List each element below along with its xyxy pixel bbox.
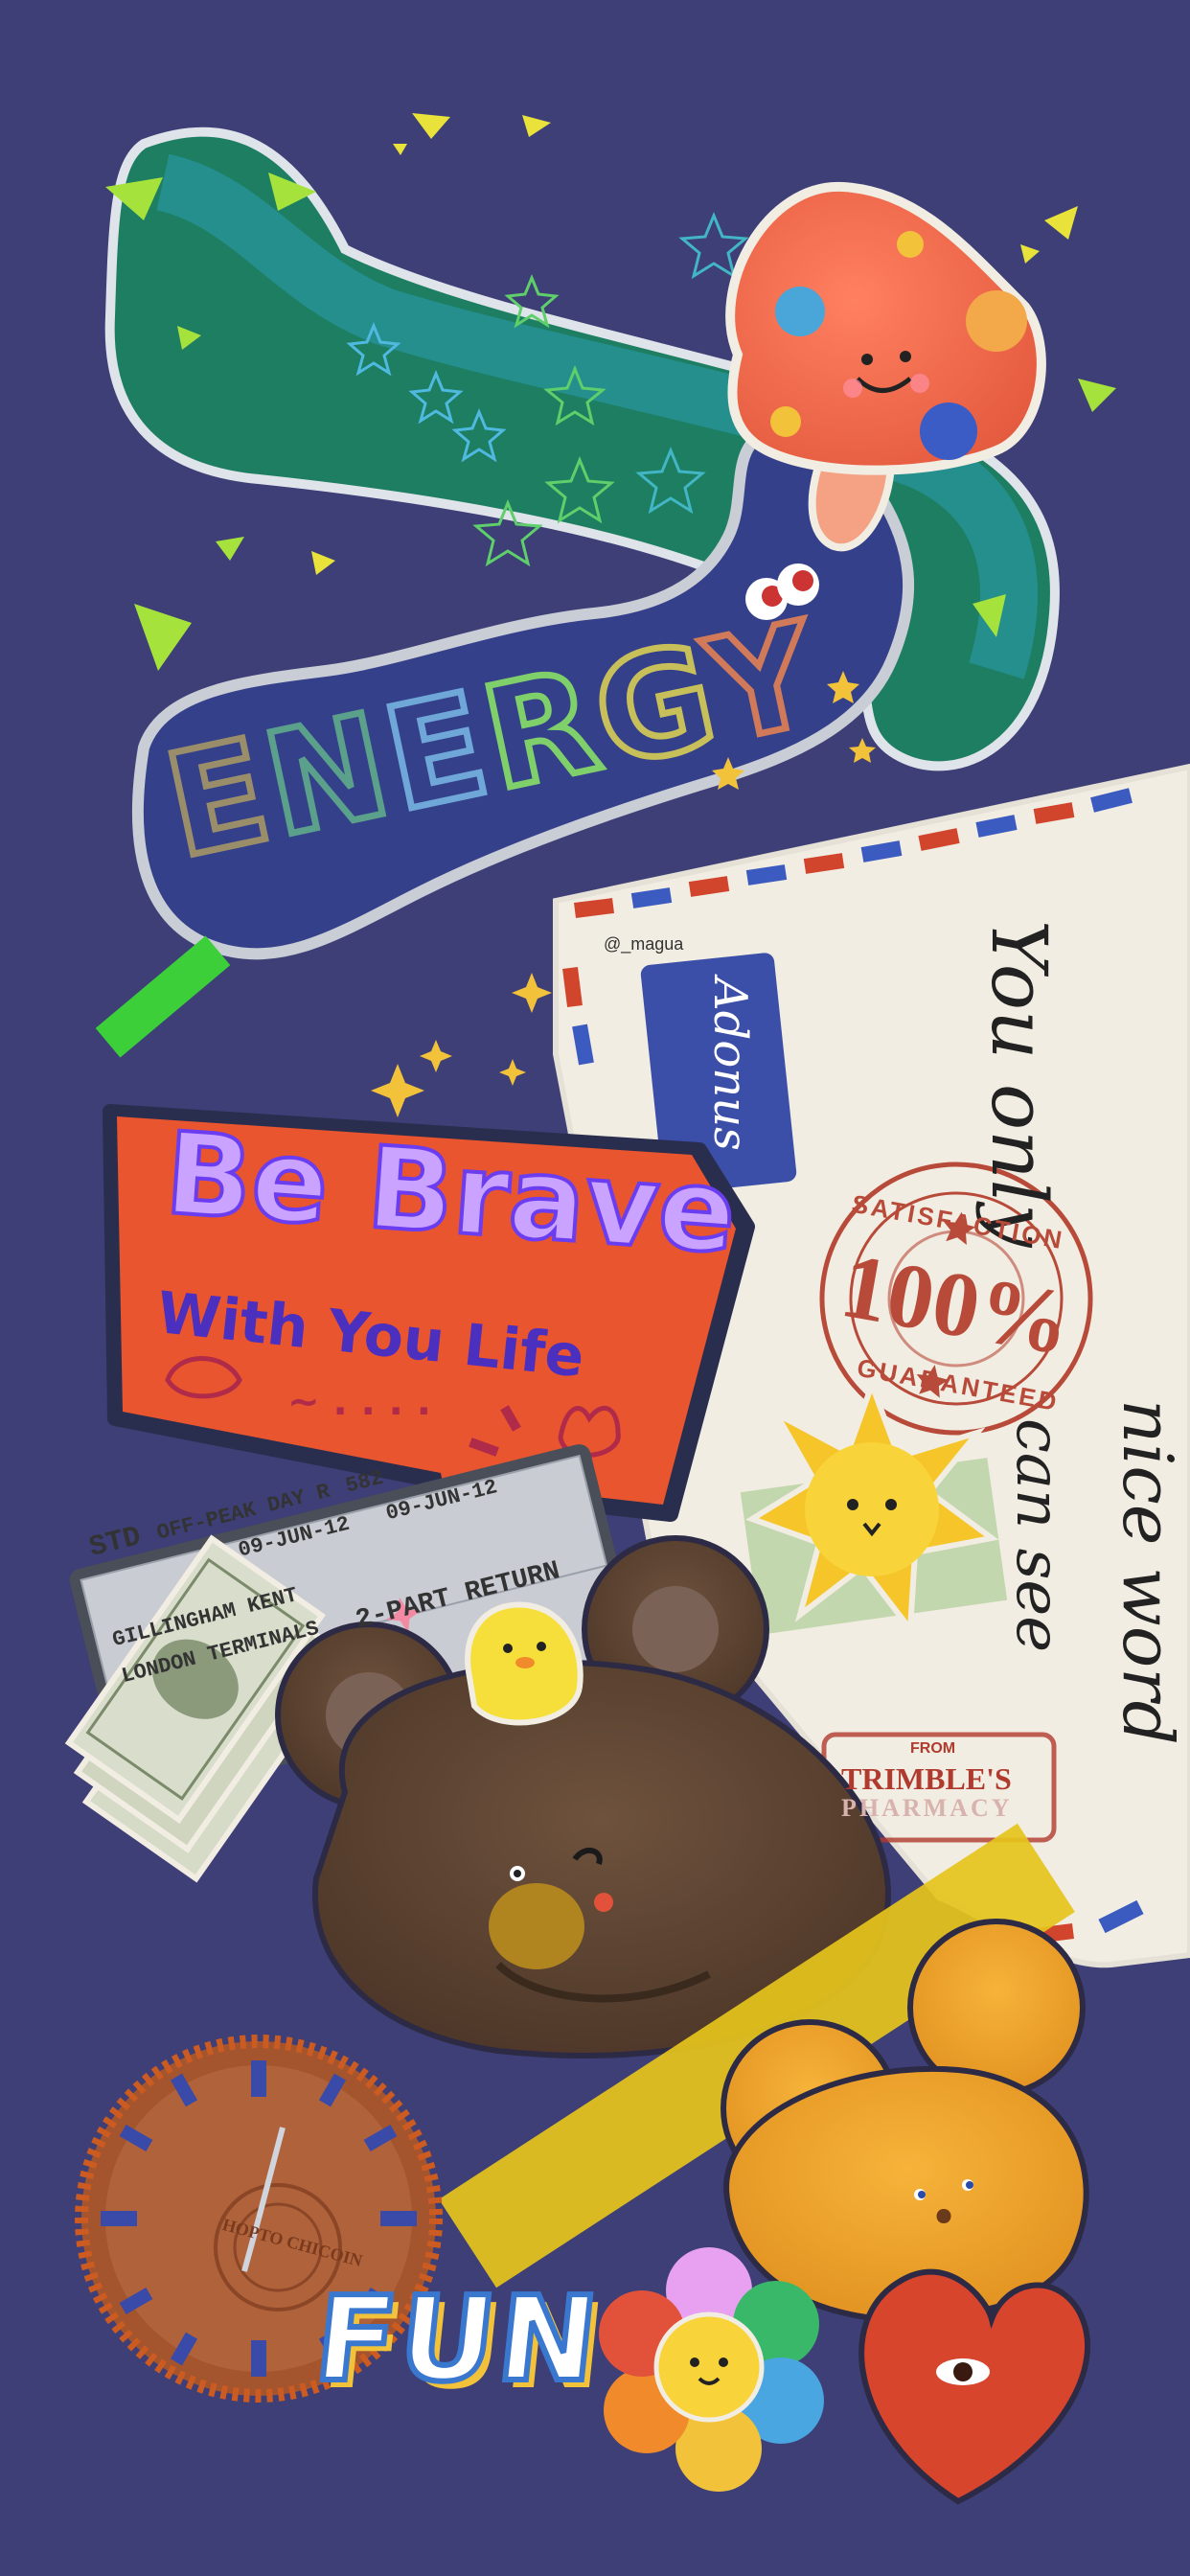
- green-tape: [95, 935, 231, 1058]
- chick-sticker: [465, 1601, 584, 1726]
- pharmacy-from: FROM: [910, 1740, 956, 1757]
- pharmacy-name: TRIMBLE'S: [841, 1761, 1012, 1796]
- handwriting-you-only: You only: [974, 920, 1064, 1248]
- sparkles: [371, 973, 552, 1117]
- rainbow-flower-sticker: [599, 2247, 824, 2492]
- heart-sticker: [858, 2268, 1090, 2505]
- ticket-number: 582: [343, 1465, 386, 1499]
- envelope-handle: @_magua: [604, 934, 684, 954]
- pharmacy-sub: PHARMACY: [841, 1794, 1013, 1822]
- blue-label-script: Adonus: [703, 978, 757, 1151]
- fun-text: FUN: [307, 2268, 610, 2410]
- handwriting-nice-word: nice word: [1108, 1399, 1188, 1745]
- be-brave-dots: ~ . . . .: [287, 1380, 431, 1424]
- handwriting-can-see: can see: [1002, 1418, 1073, 1653]
